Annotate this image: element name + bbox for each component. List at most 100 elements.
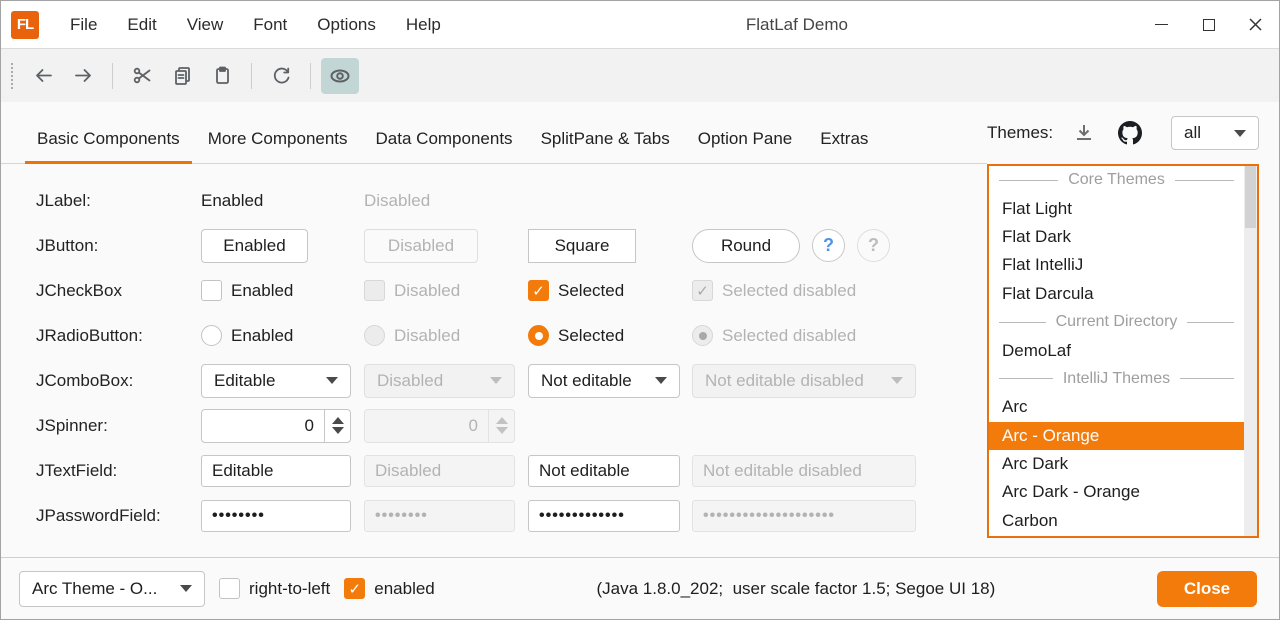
spinner-down-icon[interactable] (332, 427, 344, 434)
download-theme-button[interactable] (1069, 118, 1099, 148)
checkbox-icon (364, 280, 385, 301)
window-title: FlatLaf Demo (456, 15, 1138, 35)
help-button-disabled: ? (857, 229, 890, 262)
theme-item-demolaf[interactable]: DemoLaf (989, 336, 1244, 364)
theme-item-arc-dark[interactable]: Arc Dark (989, 450, 1244, 478)
radio-enabled[interactable]: Enabled (201, 325, 364, 346)
status-text: (Java 1.8.0_202; user scale factor 1.5; … (449, 579, 1143, 599)
tab-splitpane-tabs[interactable]: SplitPane & Tabs (527, 129, 684, 163)
chevron-down-icon (655, 377, 667, 384)
chevron-down-icon (180, 585, 192, 592)
tab-more-components[interactable]: More Components (194, 129, 362, 163)
toolbar-separator (251, 63, 252, 89)
paste-button[interactable] (203, 58, 241, 94)
tab-data-components[interactable]: Data Components (362, 129, 527, 163)
back-button[interactable] (24, 58, 62, 94)
jcombobox-row: JComboBox: Editable Disabled Not editabl… (36, 358, 987, 403)
combobox-editable[interactable]: Editable (201, 364, 351, 398)
spinner-buttons[interactable] (324, 410, 350, 442)
radio-icon[interactable] (201, 325, 222, 346)
cut-scissors-icon (132, 65, 153, 86)
show-hidden-toggle-button[interactable] (321, 58, 359, 94)
theme-list-separator: Current Directory (989, 308, 1244, 336)
square-button[interactable]: Square (528, 229, 636, 263)
scrollbar-thumb[interactable] (1245, 166, 1256, 228)
menu-options[interactable]: Options (302, 1, 391, 48)
spinner-up-icon[interactable] (332, 417, 344, 424)
jlabel-row: JLabel: Enabled Disabled (36, 178, 987, 223)
themes-header: Themes: all (987, 102, 1259, 164)
theme-list: Core Themes Flat Light Flat Dark Flat In… (987, 164, 1259, 538)
themes-filter-combobox[interactable]: all (1171, 116, 1259, 150)
menu-file[interactable]: File (55, 1, 112, 48)
chevron-down-icon (326, 377, 338, 384)
maximize-icon (1203, 19, 1215, 31)
checkbox-selected-disabled: ✓Selected disabled (692, 280, 987, 301)
theme-item-flat-intellij[interactable]: Flat IntelliJ (989, 251, 1244, 279)
menu-edit[interactable]: Edit (112, 1, 171, 48)
checkbox-checked-icon[interactable]: ✓ (528, 280, 549, 301)
close-button[interactable]: Close (1157, 571, 1257, 607)
theme-item-arc-orange[interactable]: Arc - Orange (989, 422, 1244, 450)
theme-item-arc[interactable]: Arc (989, 393, 1244, 421)
tab-extras[interactable]: Extras (806, 129, 882, 163)
theme-item-flat-light[interactable]: Flat Light (989, 194, 1244, 222)
textfield-not-editable: Not editable (528, 455, 680, 487)
help-button[interactable]: ? (812, 229, 845, 262)
forward-button[interactable] (64, 58, 102, 94)
close-window-button[interactable] (1232, 1, 1279, 48)
toolbar-grip[interactable] (11, 63, 15, 89)
minimize-button[interactable] (1138, 1, 1185, 48)
passwordfield-not-editable: ••••••••••••• (528, 500, 680, 532)
menu-help[interactable]: Help (391, 1, 456, 48)
checkbox-enabled[interactable]: Enabled (201, 280, 364, 301)
themes-panel: Themes: all Core Themes Flat Light Flat … (987, 102, 1259, 557)
minimize-icon (1155, 24, 1168, 26)
theme-item-flat-darcula[interactable]: Flat Darcula (989, 280, 1244, 308)
spinner-disabled: 0 (364, 409, 515, 443)
tab-option-pane[interactable]: Option Pane (684, 129, 807, 163)
theme-list-scrollbar[interactable] (1244, 166, 1257, 536)
radio-selected-icon[interactable] (528, 325, 549, 346)
app-logo-icon: FL (11, 11, 39, 39)
jradiobutton-row: JRadioButton: Enabled Disabled Selected … (36, 313, 987, 358)
combobox-not-editable[interactable]: Not editable (528, 364, 680, 398)
refresh-button[interactable] (262, 58, 300, 94)
textfield-not-editable-disabled: Not editable disabled (692, 455, 916, 487)
menu-view[interactable]: View (172, 1, 239, 48)
jpasswordfield-row-label: JPasswordField: (36, 506, 201, 526)
cut-button[interactable] (123, 58, 161, 94)
toolbar-separator (310, 63, 311, 89)
round-button[interactable]: Round (692, 229, 800, 263)
enabled-button[interactable]: Enabled (201, 229, 308, 263)
maximize-button[interactable] (1185, 1, 1232, 48)
github-button[interactable] (1115, 118, 1145, 148)
textfield-editable[interactable]: Editable (201, 455, 351, 487)
enabled-checkbox[interactable]: ✓ enabled (344, 578, 435, 599)
eye-icon (329, 65, 351, 87)
content-area: Basic Components More Components Data Co… (1, 102, 1279, 557)
theme-item-arc-dark-orange[interactable]: Arc Dark - Orange (989, 478, 1244, 506)
checkbox-selected[interactable]: ✓Selected (528, 280, 692, 301)
passwordfield-editable[interactable]: •••••••• (201, 500, 351, 532)
textfield-disabled: Disabled (364, 455, 515, 487)
checkbox-icon[interactable] (201, 280, 222, 301)
copy-button[interactable] (163, 58, 201, 94)
jspinner-row-label: JSpinner: (36, 416, 201, 436)
right-to-left-checkbox[interactable]: right-to-left (219, 578, 330, 599)
theme-selector-combobox[interactable]: Arc Theme - O... (19, 571, 205, 607)
theme-item-carbon[interactable]: Carbon (989, 507, 1244, 535)
theme-item-flat-dark[interactable]: Flat Dark (989, 223, 1244, 251)
jradiobutton-row-label: JRadioButton: (36, 326, 201, 346)
menu-font[interactable]: Font (238, 1, 302, 48)
checkbox-checked-icon[interactable]: ✓ (344, 578, 365, 599)
copy-icon (172, 65, 193, 86)
app-window: FL File Edit View Font Options Help Flat… (0, 0, 1280, 620)
checkbox-icon[interactable] (219, 578, 240, 599)
radio-selected[interactable]: Selected (528, 325, 692, 346)
jbutton-row: JButton: Enabled Disabled Square Round ?… (36, 223, 987, 268)
chevron-down-icon (1234, 130, 1246, 137)
spinner-enabled[interactable]: 0 (201, 409, 351, 443)
tab-basic-components[interactable]: Basic Components (23, 129, 194, 163)
window-controls (1138, 1, 1279, 48)
